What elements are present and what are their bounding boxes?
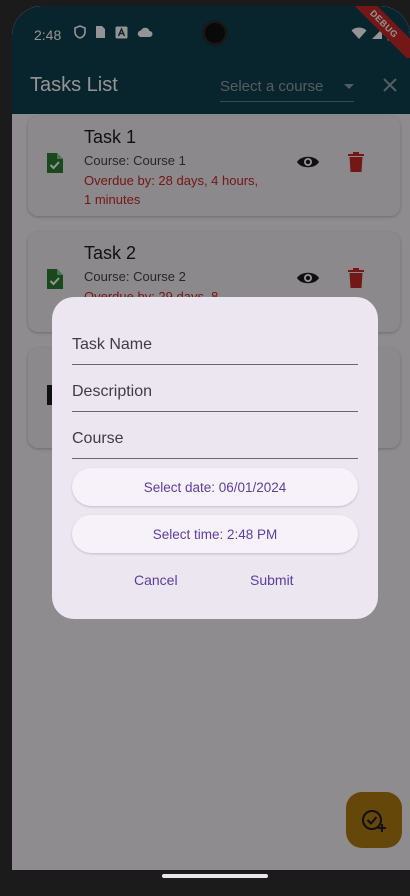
add-task-dialog: Select date: 06/01/2024 Select time: 2:4… bbox=[52, 297, 378, 619]
app-surface: 2:48 DEBUG Tasks List Select a course Ta… bbox=[12, 6, 410, 886]
screen: 2:48 DEBUG Tasks List Select a course Ta… bbox=[12, 6, 410, 886]
navigation-bar bbox=[12, 870, 410, 886]
task-name-field bbox=[72, 325, 358, 365]
course-field bbox=[72, 419, 358, 459]
description-input[interactable] bbox=[72, 372, 358, 411]
select-date-button[interactable]: Select date: 06/01/2024 bbox=[72, 468, 358, 506]
description-field bbox=[72, 372, 358, 412]
submit-button[interactable]: Submit bbox=[250, 572, 294, 588]
select-time-button[interactable]: Select time: 2:48 PM bbox=[72, 515, 358, 553]
home-handle[interactable] bbox=[162, 874, 268, 878]
course-input[interactable] bbox=[72, 419, 358, 458]
cancel-button[interactable]: Cancel bbox=[134, 572, 178, 588]
device-frame: 2:48 DEBUG Tasks List Select a course Ta… bbox=[0, 0, 410, 896]
task-name-input[interactable] bbox=[72, 325, 358, 364]
